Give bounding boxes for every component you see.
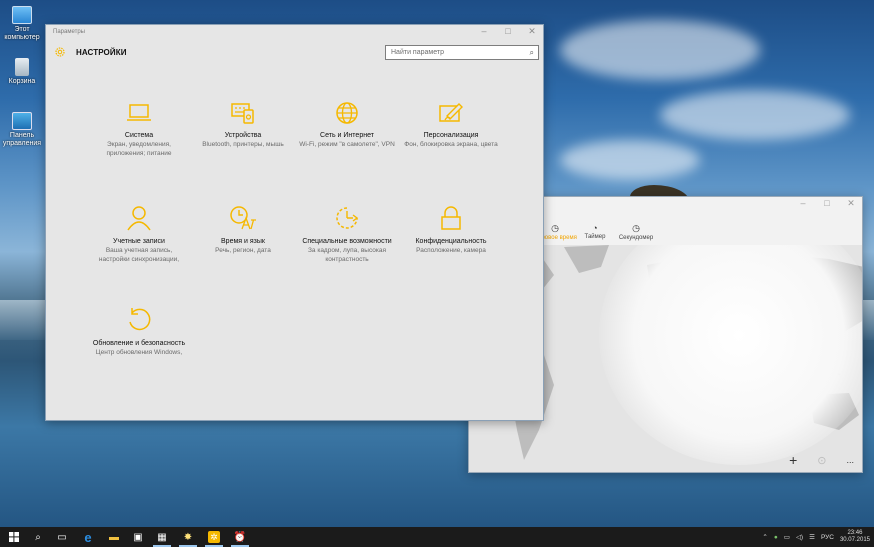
taskbar: ⌕ ▭ e ▬ ▣ ▦ ✸ ✲ ⏰ ⌃ ● ▭ ◁) ☰ РУС 23:46 3… xyxy=(0,527,874,547)
window-controls: – □ ✕ xyxy=(798,198,856,209)
clock-command-bar: + ⊙ ... xyxy=(789,452,854,468)
tile-description: Фон, блокировка экрана, цвета xyxy=(404,141,498,148)
settings-tile-accessibility[interactable]: Специальные возможности За кадром, лупа,… xyxy=(299,205,395,264)
maximize-button[interactable]: □ xyxy=(822,198,832,209)
desktop-icon-control-panel[interactable]: Панель управления xyxy=(2,112,42,148)
store-icon[interactable]: ▣ xyxy=(126,527,150,547)
gear-icon xyxy=(55,47,65,57)
language-indicator[interactable]: РУС xyxy=(821,534,834,541)
volume-icon[interactable]: ◁) xyxy=(796,533,803,541)
tile-description: Речь, регион, дата xyxy=(215,247,271,254)
tile-title: Учетные записи xyxy=(113,238,165,245)
maximize-button[interactable]: □ xyxy=(503,26,513,37)
tile-description: Wi-Fi, режим "в самолете", VPN xyxy=(299,141,395,148)
tile-title: Специальные возможности xyxy=(302,238,392,245)
settings-tile-personalization[interactable]: Персонализация Фон, блокировка экрана, ц… xyxy=(403,101,499,149)
more-button[interactable]: ... xyxy=(846,455,854,465)
edge-icon[interactable]: e xyxy=(76,527,100,547)
compare-icon[interactable]: ⊙ xyxy=(817,454,826,467)
taskbar-clock[interactable]: 23:46 30.07.2015 xyxy=(840,530,870,544)
minimize-button[interactable]: – xyxy=(798,198,808,209)
task-view-icon[interactable]: ▭ xyxy=(50,527,74,547)
chevron-up-icon[interactable]: ⌃ xyxy=(762,533,767,541)
accessibility-icon xyxy=(336,207,359,229)
stopwatch-icon: ◷ xyxy=(632,223,640,233)
tile-title: Система xyxy=(124,132,154,139)
clock-date: 30.07.2015 xyxy=(839,537,870,543)
tile-title: Конфиденциальность xyxy=(415,238,487,245)
tile-description: Экран, уведомления, приложения; питание xyxy=(106,141,172,157)
recycle-bin-icon xyxy=(15,58,29,76)
window-controls: – □ ✕ xyxy=(479,26,537,37)
minimize-button[interactable]: – xyxy=(479,26,489,37)
desktop-icon-label: Корзина xyxy=(8,78,36,85)
person-icon xyxy=(127,206,151,231)
page-title: НАСТРОЙКИ xyxy=(76,48,127,57)
lock-icon xyxy=(441,206,461,230)
cloud xyxy=(560,20,760,80)
close-button[interactable]: ✕ xyxy=(527,26,537,37)
desktop-icon-computer[interactable]: Этот компьютер xyxy=(2,6,42,42)
clock-time: 23:46 xyxy=(847,530,863,536)
settings-taskbar-icon[interactable]: ✲ xyxy=(202,527,226,547)
notifications-icon[interactable]: ☰ xyxy=(809,533,815,541)
settings-tile-system[interactable]: Система Экран, уведомления, приложения; … xyxy=(91,101,187,158)
tile-description: Bluetooth, принтеры, мышь xyxy=(202,141,284,148)
battery-icon[interactable]: ▭ xyxy=(784,533,790,541)
settings-window: Параметры – □ ✕ НАСТРОЙКИ Найти параметр… xyxy=(45,24,544,421)
start-button[interactable] xyxy=(2,527,26,547)
cloud xyxy=(660,90,850,140)
tile-description: Центр обновления Windows, xyxy=(95,349,183,356)
cloud xyxy=(560,140,700,180)
search-placeholder: Найти параметр xyxy=(391,49,444,56)
personalization-icon xyxy=(439,103,463,122)
devices-icon xyxy=(231,103,254,124)
system-tray: ⌃ ● ▭ ◁) ☰ РУС 23:46 30.07.2015 xyxy=(762,527,870,547)
tile-title: Устройства xyxy=(224,132,262,139)
computer-icon xyxy=(12,6,32,24)
alarm-clock-icon[interactable]: ⏰ xyxy=(228,527,252,547)
search-icon[interactable]: ⌕ xyxy=(26,527,50,547)
file-explorer-icon[interactable]: ▬ xyxy=(102,527,126,547)
tile-description: Ваша учетная запись, настройки синхрониз… xyxy=(98,247,180,263)
update-icon xyxy=(129,308,151,331)
settings-tile-privacy[interactable]: Конфиденциальность Расположение, камера xyxy=(403,205,499,255)
tile-title: Время и язык xyxy=(221,238,265,245)
settings-tile-accounts[interactable]: Учетные записи Ваша учетная запись, наст… xyxy=(91,205,187,264)
tab-stopwatch[interactable]: ◷ Секундомер xyxy=(612,223,660,241)
tile-description: Расположение, камера xyxy=(416,247,486,254)
desktop-icon-recycle-bin[interactable]: Корзина xyxy=(2,58,42,86)
tab-label: Таймер xyxy=(584,234,606,240)
add-button[interactable]: + xyxy=(789,452,797,468)
laptop-icon xyxy=(127,104,151,121)
tile-description: За кадром, лупа, высокая контрастность xyxy=(307,247,387,263)
time-language-icon xyxy=(230,206,256,230)
window-title: Параметры xyxy=(53,29,85,35)
tile-title: Персонализация xyxy=(423,132,479,139)
tab-label: Секундомер xyxy=(618,235,654,241)
desktop-icon-label: Панель управления xyxy=(2,132,42,147)
tips-icon[interactable]: ✸ xyxy=(176,527,200,547)
settings-tile-update-security[interactable]: Обновление и безопасность Центр обновлен… xyxy=(91,307,187,357)
desktop-icon-label: Этот компьютер xyxy=(4,26,40,41)
tile-title: Сеть и Интернет xyxy=(320,132,374,139)
search-input[interactable]: Найти параметр ⌕ xyxy=(385,45,539,60)
settings-tile-time-language[interactable]: Время и язык Речь, регион, дата xyxy=(195,205,291,255)
settings-tile-network[interactable]: Сеть и Интернет Wi-Fi, режим "в самолете… xyxy=(299,101,395,149)
control-panel-icon xyxy=(12,112,32,130)
settings-tile-devices[interactable]: Устройства Bluetooth, принтеры, мышь xyxy=(195,101,291,149)
close-button[interactable]: ✕ xyxy=(846,198,856,209)
calendar-icon[interactable]: ▦ xyxy=(150,527,174,547)
globe-icon xyxy=(336,102,358,124)
search-icon[interactable]: ⌕ xyxy=(530,48,534,58)
tile-title: Обновление и безопасность xyxy=(92,340,186,347)
people-icon[interactable]: ● xyxy=(774,534,778,541)
windows-logo-icon xyxy=(9,532,19,542)
